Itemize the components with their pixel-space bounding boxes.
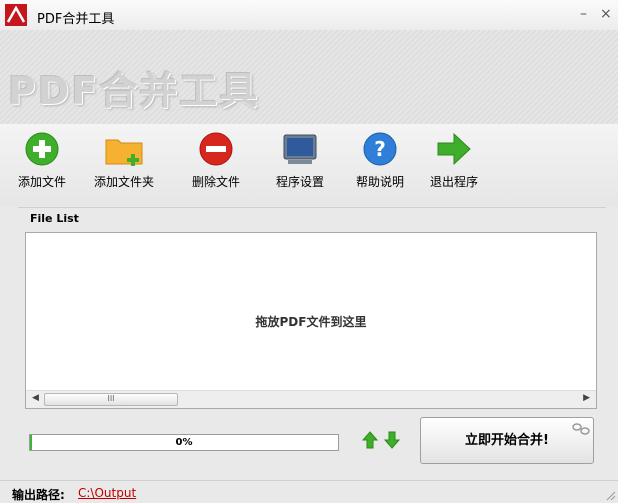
exit-arrow-icon bbox=[432, 130, 476, 168]
settings-monitor-icon bbox=[278, 130, 322, 168]
move-up-icon[interactable] bbox=[362, 431, 378, 449]
add-file-icon bbox=[20, 130, 64, 168]
scrollbar-thumb[interactable]: III bbox=[44, 393, 178, 406]
file-list-label: File List bbox=[30, 212, 79, 225]
help-button[interactable]: ? 帮助说明 bbox=[356, 130, 404, 190]
svg-text:?: ? bbox=[374, 137, 386, 161]
settings-label: 程序设置 bbox=[276, 175, 325, 189]
add-folder-icon bbox=[102, 130, 146, 168]
banner: PDF合并工具 bbox=[0, 30, 618, 125]
exit-button[interactable]: 退出程序 bbox=[430, 130, 478, 190]
banner-title: PDF合并工具 bbox=[8, 69, 260, 113]
minimize-button[interactable]: – bbox=[580, 6, 587, 22]
toolbar: 添加文件 添加文件夹 删除文件 程序设置 ? 帮助说明 退出程序 bbox=[0, 124, 618, 206]
help-label: 帮助说明 bbox=[356, 175, 405, 189]
delete-file-button[interactable]: 删除文件 bbox=[192, 130, 240, 190]
title-bar: PDF合并工具 – × bbox=[0, 0, 618, 30]
resize-grip-icon[interactable] bbox=[604, 489, 616, 501]
settings-button[interactable]: 程序设置 bbox=[276, 130, 324, 190]
scrollbar-grip: III bbox=[107, 394, 115, 403]
progress-text: 0% bbox=[175, 437, 193, 448]
add-file-label: 添加文件 bbox=[18, 175, 67, 189]
chain-link-icon bbox=[572, 423, 590, 435]
close-button[interactable]: × bbox=[600, 6, 612, 22]
start-merge-label: 立即开始合并! bbox=[465, 433, 549, 448]
add-folder-button[interactable]: 添加文件夹 bbox=[94, 130, 154, 190]
add-folder-label: 添加文件夹 bbox=[94, 175, 155, 189]
start-merge-button[interactable]: 立即开始合并! bbox=[420, 417, 594, 464]
help-icon: ? bbox=[358, 130, 402, 168]
file-list-drop-zone[interactable]: 拖放PDF文件到这里 ◀ III ▶ bbox=[25, 232, 597, 409]
scroll-left-icon[interactable]: ◀ bbox=[32, 393, 39, 403]
drop-hint: 拖放PDF文件到这里 bbox=[255, 315, 367, 329]
delete-file-icon bbox=[194, 130, 238, 168]
add-file-button[interactable]: 添加文件 bbox=[18, 130, 66, 190]
scroll-right-icon[interactable]: ▶ bbox=[583, 393, 590, 403]
toolbar-divider bbox=[18, 207, 606, 208]
window-title: PDF合并工具 bbox=[37, 12, 115, 27]
progress-bar: 0% bbox=[29, 434, 339, 451]
output-path-label: 输出路径: bbox=[12, 488, 65, 502]
horizontal-scrollbar[interactable]: ◀ III ▶ bbox=[26, 390, 596, 408]
exit-label: 退出程序 bbox=[430, 175, 479, 189]
status-bar: 输出路径: C:\Output bbox=[0, 480, 618, 503]
output-path-link[interactable]: C:\Output bbox=[78, 486, 136, 500]
delete-file-label: 删除文件 bbox=[192, 175, 241, 189]
move-down-icon[interactable] bbox=[384, 431, 400, 449]
pdf-app-icon bbox=[5, 4, 27, 26]
